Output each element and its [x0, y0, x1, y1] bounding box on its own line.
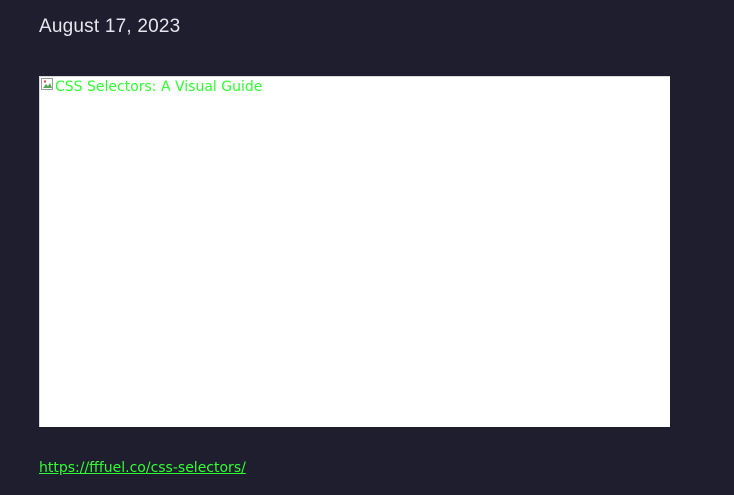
- broken-image-icon: [41, 78, 53, 90]
- post-image-link[interactable]: CSS Selectors: A Visual Guide: [39, 76, 670, 427]
- post-date: August 17, 2023: [39, 16, 181, 37]
- post-image-alt-text: CSS Selectors: A Visual Guide: [55, 79, 263, 95]
- page: August 17, 2023 CSS Selectors: A Visual …: [0, 0, 734, 495]
- post-source-link[interactable]: https://fffuel.co/css-selectors/: [39, 460, 246, 476]
